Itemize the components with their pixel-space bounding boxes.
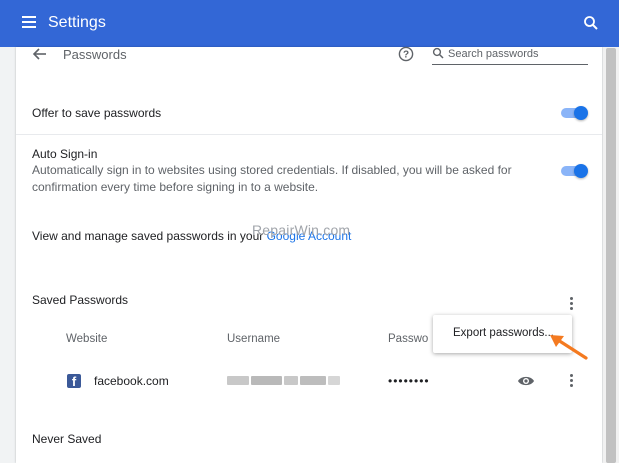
search-icon[interactable] bbox=[582, 14, 600, 32]
saved-passwords-heading: Saved Passwords bbox=[32, 293, 129, 307]
help-icon[interactable]: ? bbox=[398, 46, 414, 62]
show-password-eye-icon[interactable] bbox=[517, 374, 535, 388]
auto-signin-description-line-1: Automatically sign in to websites using … bbox=[32, 163, 512, 177]
page-title: Passwords bbox=[63, 47, 127, 62]
auto-signin-toggle[interactable] bbox=[561, 163, 589, 179]
saved-passwords-more-icon[interactable] bbox=[568, 297, 574, 313]
column-header-username: Username bbox=[227, 333, 281, 345]
never-saved-heading: Never Saved bbox=[32, 432, 102, 446]
manage-text: View and manage saved passwords in your bbox=[32, 229, 264, 243]
offer-save-label: Offer to save passwords bbox=[32, 106, 162, 120]
search-passwords-input[interactable] bbox=[448, 45, 586, 62]
hamburger-menu-icon[interactable] bbox=[22, 16, 36, 28]
offer-save-toggle[interactable] bbox=[561, 105, 589, 121]
export-passwords-menu-item[interactable]: Export passwords... bbox=[453, 327, 554, 339]
column-header-website: Website bbox=[66, 333, 108, 345]
app-title: Settings bbox=[48, 14, 106, 31]
facebook-icon: f bbox=[67, 374, 81, 388]
scrollbar-thumb[interactable] bbox=[606, 48, 616, 463]
column-header-password: Passwo bbox=[388, 333, 429, 345]
search-icon bbox=[432, 47, 444, 59]
password-mask: •••••••• bbox=[388, 374, 430, 388]
auto-signin-description: Automatically sign in to websites using … bbox=[32, 162, 547, 196]
auto-signin-description-line-2: confirmation every time before signing i… bbox=[32, 180, 319, 194]
top-app-bar: Settings bbox=[0, 0, 619, 47]
entry-more-actions-icon[interactable] bbox=[568, 374, 574, 390]
search-passwords-field[interactable] bbox=[432, 45, 588, 65]
saved-site-facebook: facebook.com bbox=[94, 374, 169, 388]
back-arrow-icon[interactable] bbox=[32, 46, 48, 62]
watermark: RepairWin.com bbox=[252, 222, 351, 238]
svg-text:?: ? bbox=[403, 50, 409, 61]
divider bbox=[16, 134, 602, 135]
annotation-arrow-icon bbox=[550, 335, 588, 360]
blurred-username bbox=[227, 376, 340, 385]
auto-signin-label: Auto Sign-in bbox=[32, 147, 98, 161]
